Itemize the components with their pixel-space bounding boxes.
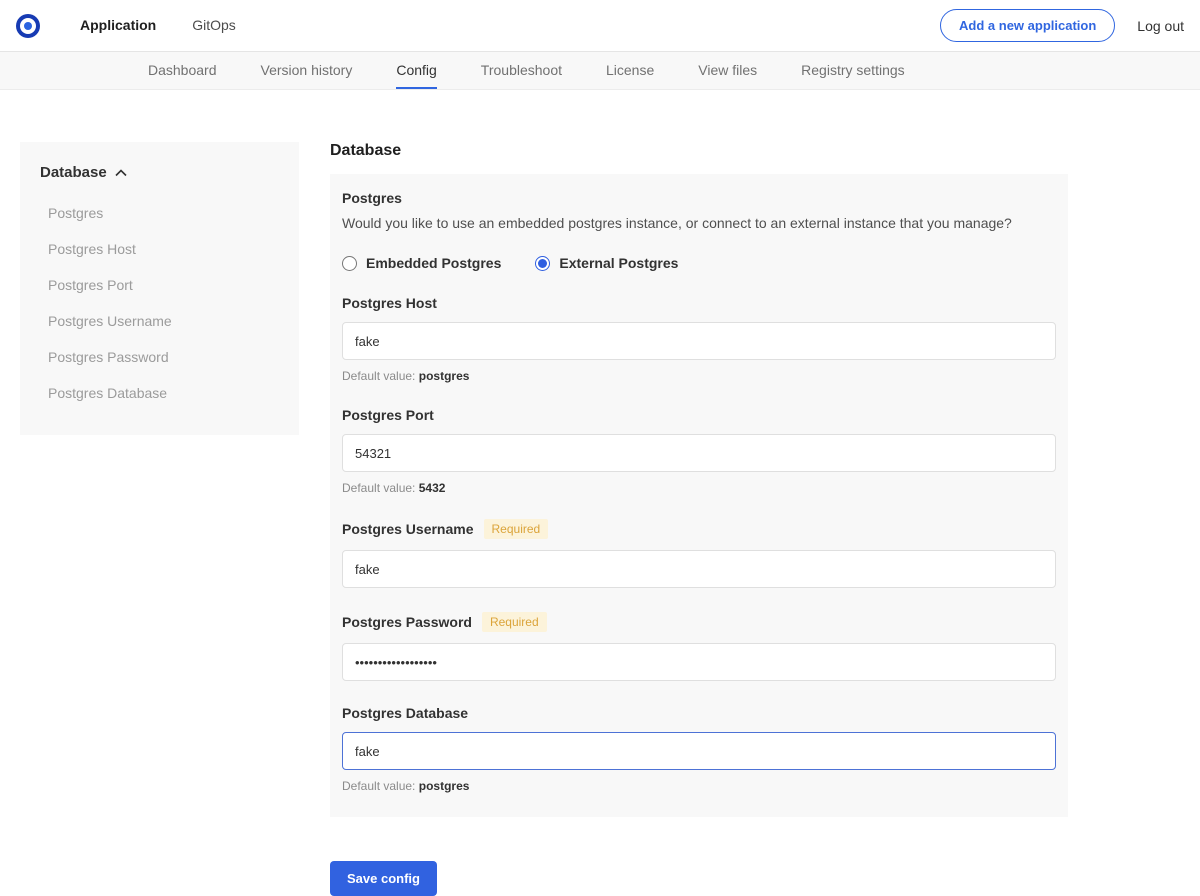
subnav-tab-license[interactable]: License <box>606 52 654 89</box>
add-application-button[interactable]: Add a new application <box>940 9 1115 42</box>
header-tabs: Application GitOps <box>80 0 236 51</box>
postgres-port-input[interactable] <box>342 434 1056 472</box>
sidebar-item-postgres-password[interactable]: Postgres Password <box>40 339 279 375</box>
top-header: Application GitOps Add a new application… <box>0 0 1200 52</box>
field-postgres-database: Postgres Database Default value: postgre… <box>342 705 1056 793</box>
config-sidebar: Database Postgres Postgres Host Postgres… <box>20 142 299 435</box>
field-postgres-username: Postgres Username Required <box>342 519 1056 588</box>
default-prefix: Default value: <box>342 779 415 793</box>
config-group-card: Postgres Would you like to use an embedd… <box>330 174 1068 817</box>
main-area: Database Postgres Postgres Host Postgres… <box>0 90 1200 896</box>
postgres-username-input[interactable] <box>342 550 1056 588</box>
field-postgres-password: Postgres Password Required <box>342 612 1056 681</box>
radio-external-postgres-input[interactable] <box>535 256 550 271</box>
tab-application[interactable]: Application <box>80 0 156 51</box>
sidebar-item-postgres[interactable]: Postgres <box>40 195 279 231</box>
sidebar-item-postgres-username[interactable]: Postgres Username <box>40 303 279 339</box>
field-postgres-host: Postgres Host Default value: postgres <box>342 295 1056 383</box>
app-logo-icon <box>16 14 40 38</box>
section-title: Database <box>330 142 1068 160</box>
field-label: Postgres Database <box>342 705 468 721</box>
subnav-tab-troubleshoot[interactable]: Troubleshoot <box>481 52 562 89</box>
default-value: 5432 <box>419 481 446 495</box>
sidebar-group-label: Database <box>40 164 107 181</box>
group-help-text: Would you like to use an embedded postgr… <box>342 215 1056 231</box>
tab-gitops[interactable]: GitOps <box>192 0 236 51</box>
subnav-tab-view-files[interactable]: View files <box>698 52 757 89</box>
subnav-tab-dashboard[interactable]: Dashboard <box>148 52 217 89</box>
radio-external-postgres-label: External Postgres <box>559 255 678 271</box>
field-postgres-port: Postgres Port Default value: 5432 <box>342 407 1056 495</box>
sidebar-item-postgres-port[interactable]: Postgres Port <box>40 267 279 303</box>
default-prefix: Default value: <box>342 369 415 383</box>
field-label: Postgres Host <box>342 295 437 311</box>
group-label: Postgres <box>342 190 1056 206</box>
postgres-database-input[interactable] <box>342 732 1056 770</box>
radio-embedded-postgres[interactable]: Embedded Postgres <box>342 255 501 271</box>
default-value: postgres <box>419 369 470 383</box>
subnav-tab-registry-settings[interactable]: Registry settings <box>801 52 904 89</box>
postgres-host-input[interactable] <box>342 322 1056 360</box>
sidebar-item-postgres-database[interactable]: Postgres Database <box>40 375 279 411</box>
postgres-password-input[interactable] <box>342 643 1056 681</box>
default-value-hint: Default value: 5432 <box>342 481 1056 495</box>
header-right: Add a new application Log out <box>940 9 1184 42</box>
field-label: Postgres Username <box>342 521 474 537</box>
required-badge: Required <box>484 519 549 539</box>
field-label: Postgres Password <box>342 614 472 630</box>
save-config-button[interactable]: Save config <box>330 861 437 896</box>
default-prefix: Default value: <box>342 481 415 495</box>
radio-external-postgres[interactable]: External Postgres <box>535 255 678 271</box>
default-value-hint: Default value: postgres <box>342 369 1056 383</box>
app-subnav: Dashboard Version history Config Trouble… <box>0 52 1200 90</box>
postgres-mode-radio-group: Embedded Postgres External Postgres <box>342 255 1056 271</box>
logo-dot <box>24 22 32 30</box>
required-badge: Required <box>482 612 547 632</box>
field-label: Postgres Port <box>342 407 434 423</box>
subnav-tab-config[interactable]: Config <box>396 52 436 89</box>
config-content: Database Postgres Would you like to use … <box>330 142 1068 896</box>
sidebar-group-database[interactable]: Database <box>40 164 279 181</box>
default-value-hint: Default value: postgres <box>342 779 1056 793</box>
radio-embedded-postgres-input[interactable] <box>342 256 357 271</box>
default-value: postgres <box>419 779 470 793</box>
logout-link[interactable]: Log out <box>1137 18 1184 34</box>
chevron-up-icon <box>115 164 127 181</box>
sidebar-item-postgres-host[interactable]: Postgres Host <box>40 231 279 267</box>
subnav-tab-version-history[interactable]: Version history <box>261 52 353 89</box>
sidebar-items: Postgres Postgres Host Postgres Port Pos… <box>40 195 279 411</box>
radio-embedded-postgres-label: Embedded Postgres <box>366 255 501 271</box>
